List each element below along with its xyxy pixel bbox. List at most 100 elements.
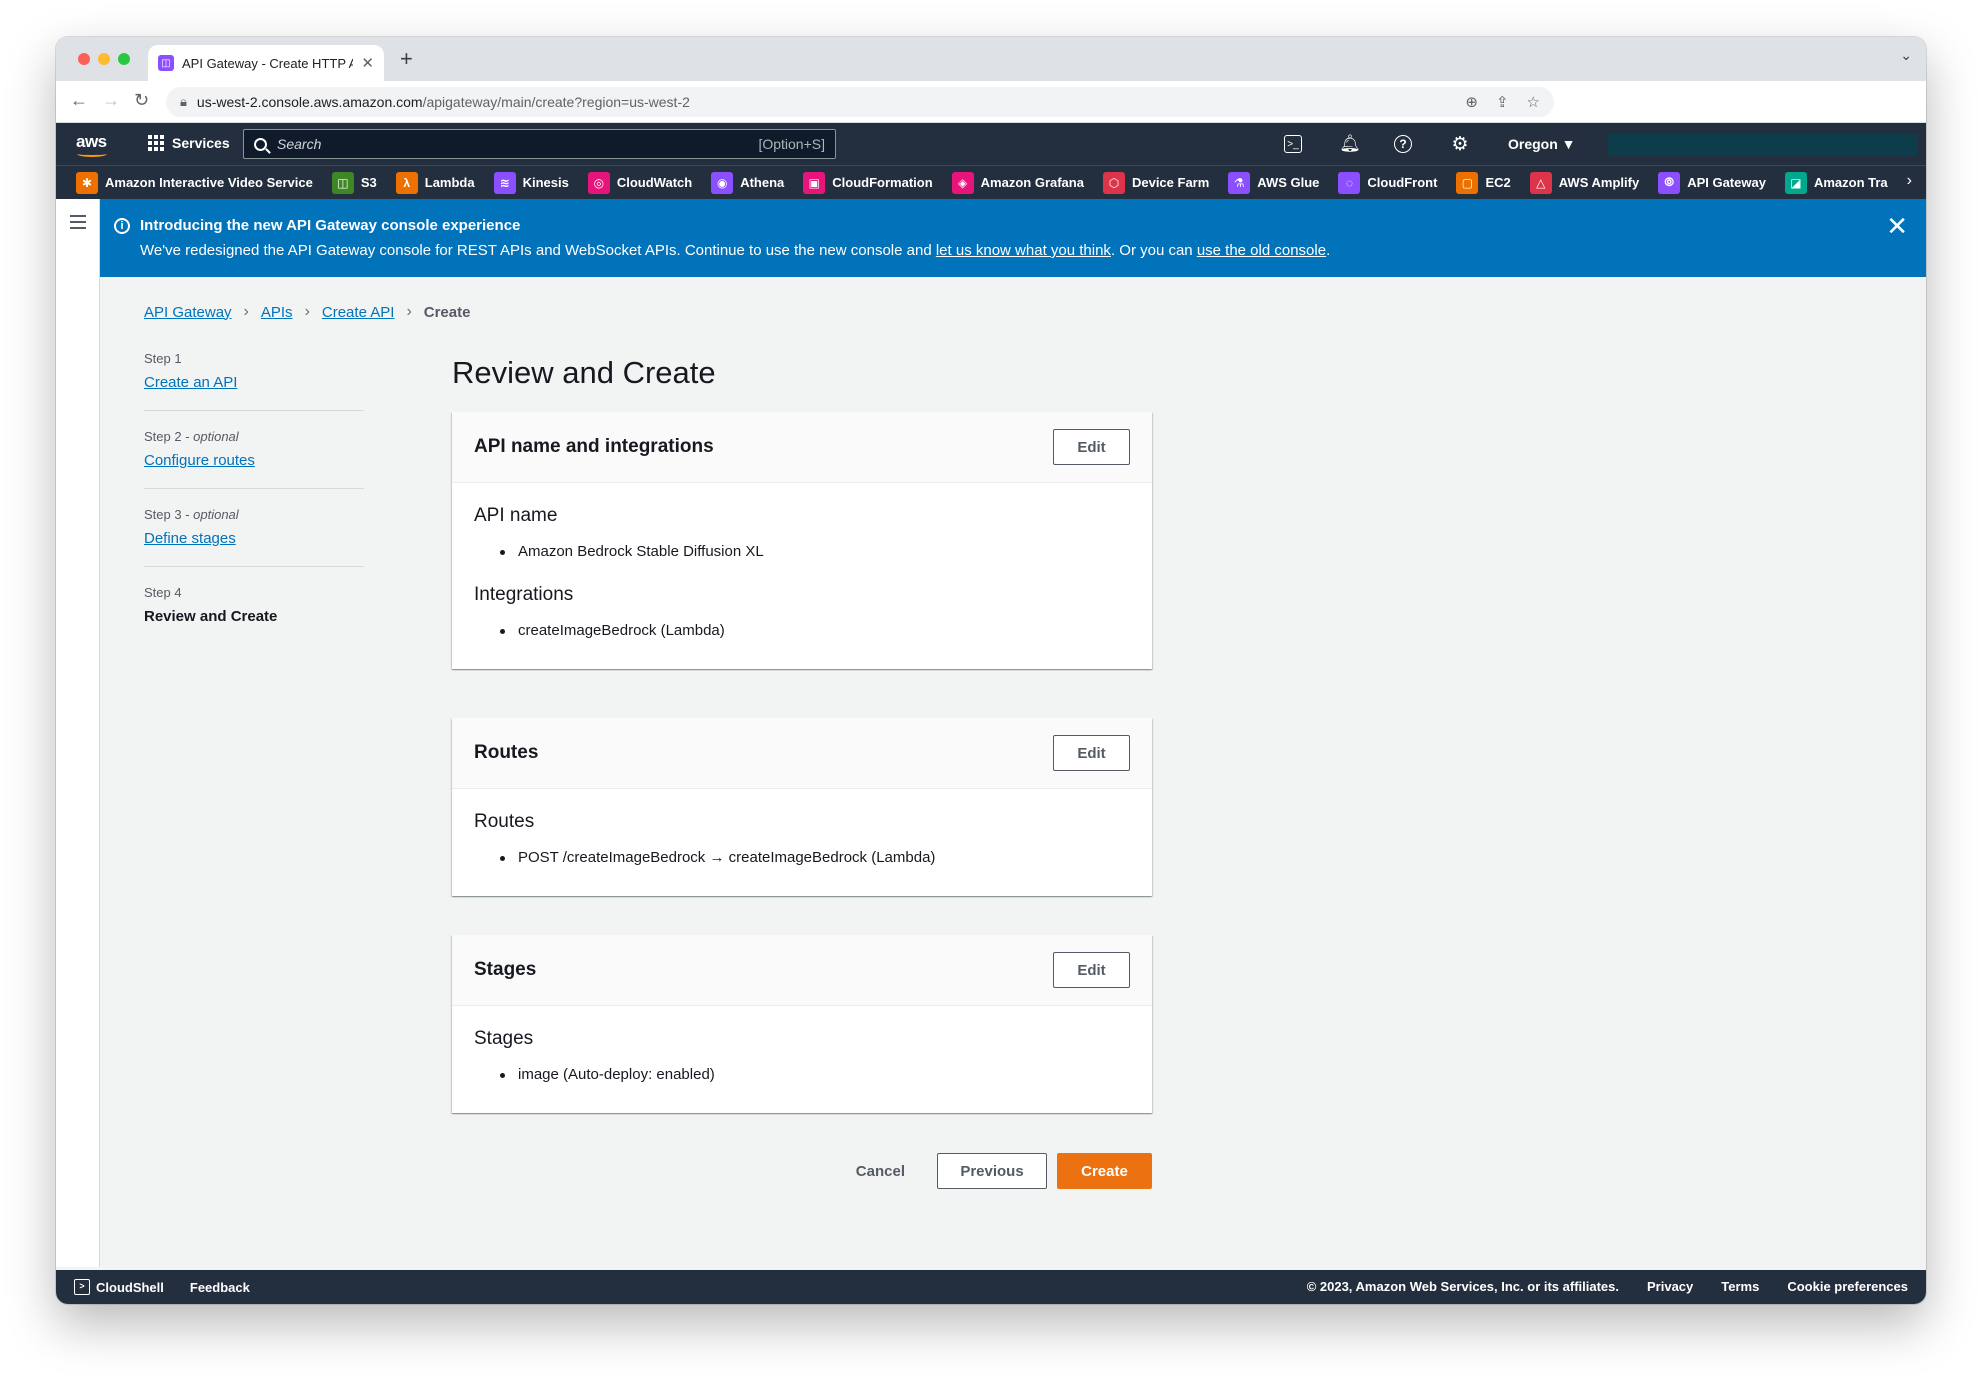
favorite-api-gateway[interactable]: ⦾ API Gateway bbox=[1658, 171, 1766, 194]
step-number: Step 4 bbox=[144, 585, 182, 600]
favorite-label: S3 bbox=[360, 175, 377, 190]
step-create-api-link[interactable]: Create an API bbox=[144, 374, 237, 391]
chevron-right-icon: › bbox=[406, 303, 412, 320]
favorite-cloudfront[interactable]: ◌ CloudFront bbox=[1338, 171, 1437, 194]
favorite-aws-glue[interactable]: ⚗ AWS Glue bbox=[1228, 171, 1320, 194]
favorite-label: AWS Glue bbox=[1257, 175, 1320, 190]
services-menu-button[interactable]: Services bbox=[148, 135, 230, 151]
feedback-link[interactable]: Feedback bbox=[190, 1280, 250, 1295]
search-input[interactable]: Search [Option+S] bbox=[243, 129, 836, 159]
edit-stages-button[interactable]: Edit bbox=[1053, 952, 1130, 988]
back-arrow-icon[interactable]: ← bbox=[70, 90, 88, 111]
console-footer: > CloudShell Feedback © 2023, Amazon Web… bbox=[56, 1270, 1926, 1304]
card-body: API name Amazon Bedrock Stable Diffusion… bbox=[452, 483, 1152, 669]
settings-gear-icon[interactable]: ⚙ bbox=[1449, 133, 1471, 155]
flash-text: . bbox=[1326, 242, 1331, 259]
step-define-stages-link[interactable]: Define stages bbox=[144, 530, 236, 547]
favorite-aws-amplify[interactable]: △ AWS Amplify bbox=[1529, 171, 1639, 194]
step-number: Step 2 - bbox=[144, 429, 194, 444]
cloudformation-icon: ▣ bbox=[803, 171, 826, 194]
favorite-label: Amazon Tra bbox=[1813, 175, 1888, 190]
favorite-amazon-tra[interactable]: ◪ Amazon Tra bbox=[1784, 171, 1888, 194]
terms-link[interactable]: Terms bbox=[1721, 1279, 1759, 1294]
cloudshell-icon[interactable]: >_ bbox=[1284, 135, 1302, 153]
edit-api-button[interactable]: Edit bbox=[1053, 429, 1130, 465]
old-console-link[interactable]: use the old console bbox=[1197, 242, 1326, 259]
cloudshell-icon: > bbox=[74, 1279, 90, 1295]
favorite-ec2[interactable]: ▢ EC2 bbox=[1456, 171, 1511, 194]
step-optional: optional bbox=[193, 429, 239, 444]
favorite-lambda[interactable]: λ Lambda bbox=[395, 171, 475, 194]
stages-label: Stages bbox=[474, 1028, 534, 1049]
chevron-right-icon[interactable]: › bbox=[1907, 172, 1912, 190]
favorite-amazon-grafana[interactable]: ◈ Amazon Grafana bbox=[951, 171, 1084, 194]
card-body: Stages image (Auto-deploy: enabled) bbox=[452, 1006, 1152, 1113]
copyright-text: © 2023, Amazon Web Services, Inc. or its… bbox=[1306, 1279, 1619, 1294]
integrations-list: createImageBedrock (Lambda) bbox=[496, 622, 1130, 639]
edit-routes-button[interactable]: Edit bbox=[1053, 735, 1130, 771]
feedback-link[interactable]: let us know what you think bbox=[936, 242, 1111, 259]
api-name-label: API name bbox=[474, 505, 558, 526]
url-host: us-west-2.console.aws.amazon.com bbox=[196, 94, 423, 110]
browser-tab[interactable]: ◫ API Gateway - Create HTTP A ✕ bbox=[148, 45, 384, 81]
share-icon[interactable]: ⇪ bbox=[1496, 93, 1509, 111]
aws-logo[interactable]: aws bbox=[76, 132, 107, 157]
browser-window: ◫ API Gateway - Create HTTP A ✕ + ⌄ ← → … bbox=[56, 37, 1926, 1304]
cloudshell-button[interactable]: > CloudShell bbox=[74, 1279, 164, 1295]
region-selector[interactable]: Oregon ▼ bbox=[1508, 136, 1576, 152]
favorite-amazon-interactive-video-service[interactable]: ✱ Amazon Interactive Video Service bbox=[76, 171, 313, 194]
address-bar[interactable]: 🔒︎ us-west-2.console.aws.amazon.com/apig… bbox=[166, 87, 1554, 117]
new-tab-icon[interactable]: + bbox=[400, 46, 413, 72]
bookmark-star-icon[interactable]: ☆ bbox=[1527, 93, 1540, 111]
card-title: Stages bbox=[474, 959, 537, 980]
card-title: Routes bbox=[474, 742, 539, 763]
reload-icon[interactable]: ↻ bbox=[134, 90, 149, 111]
favorite-cloudformation[interactable]: ▣ CloudFormation bbox=[803, 171, 933, 194]
close-tab-icon[interactable]: ✕ bbox=[361, 54, 374, 72]
breadcrumb-api-gateway[interactable]: API Gateway bbox=[144, 304, 232, 321]
create-button[interactable]: Create bbox=[1057, 1153, 1152, 1189]
close-icon[interactable]: ✕ bbox=[1886, 213, 1908, 239]
favorites-bar: ✱ Amazon Interactive Video Service ◫ S3 λ Lam… bbox=[56, 165, 1926, 199]
amplify-icon: △ bbox=[1529, 171, 1552, 194]
chevron-down-icon[interactable]: ⌄ bbox=[1900, 47, 1912, 64]
favorite-label: Kinesis bbox=[522, 175, 569, 190]
favorite-cloudwatch[interactable]: ◎ CloudWatch bbox=[587, 171, 693, 194]
step-configure-routes-link[interactable]: Configure routes bbox=[144, 452, 255, 469]
cancel-button[interactable]: Cancel bbox=[834, 1153, 927, 1189]
close-window-button[interactable] bbox=[78, 53, 90, 65]
cookie-preferences-link[interactable]: Cookie preferences bbox=[1787, 1279, 1908, 1294]
favorite-s3[interactable]: ◫ S3 bbox=[331, 171, 377, 194]
list-item: image (Auto-deploy: enabled) bbox=[496, 1066, 1130, 1083]
search-icon bbox=[254, 137, 267, 151]
previous-button[interactable]: Previous bbox=[937, 1153, 1047, 1189]
privacy-link[interactable]: Privacy bbox=[1647, 1279, 1693, 1294]
s3-icon: ◫ bbox=[331, 171, 354, 194]
maximize-window-button[interactable] bbox=[118, 53, 130, 65]
favorite-label: CloudWatch bbox=[616, 175, 693, 190]
forward-arrow-icon[interactable]: → bbox=[102, 90, 120, 111]
hamburger-menu-icon[interactable] bbox=[70, 215, 86, 233]
ec2-icon: ▢ bbox=[1456, 171, 1479, 194]
favorite-label: API Gateway bbox=[1687, 175, 1766, 190]
breadcrumb: API Gateway › APIs › Create API › Create bbox=[144, 303, 470, 321]
account-menu[interactable] bbox=[1608, 134, 1918, 156]
side-navigation-rail bbox=[56, 199, 100, 1267]
grafana-icon: ◈ bbox=[951, 171, 974, 194]
zoom-icon[interactable]: ⊕ bbox=[1465, 93, 1478, 111]
flash-title: Introducing the new API Gateway console … bbox=[140, 217, 521, 234]
help-icon[interactable]: ? bbox=[1394, 135, 1412, 153]
breadcrumb-apis[interactable]: APIs bbox=[261, 304, 293, 321]
notifications-bell-icon[interactable]: 🔔︎ bbox=[1339, 133, 1361, 155]
minimize-window-button[interactable] bbox=[98, 53, 110, 65]
routes-card: Routes Edit Routes POST /createImageBedr… bbox=[452, 718, 1152, 896]
wizard-step-1: Step 1 Create an API bbox=[144, 351, 364, 411]
card-header: Routes Edit bbox=[452, 718, 1152, 789]
kinesis-icon: ≋ bbox=[493, 171, 516, 194]
favorite-kinesis[interactable]: ≋ Kinesis bbox=[493, 171, 569, 194]
favorite-device-farm[interactable]: ⬡ Device Farm bbox=[1102, 171, 1209, 194]
lambda-icon: λ bbox=[395, 171, 418, 194]
card-header: API name and integrations Edit bbox=[452, 412, 1152, 483]
breadcrumb-create-api[interactable]: Create API bbox=[322, 304, 395, 321]
favorite-athena[interactable]: ◉ Athena bbox=[711, 171, 784, 194]
